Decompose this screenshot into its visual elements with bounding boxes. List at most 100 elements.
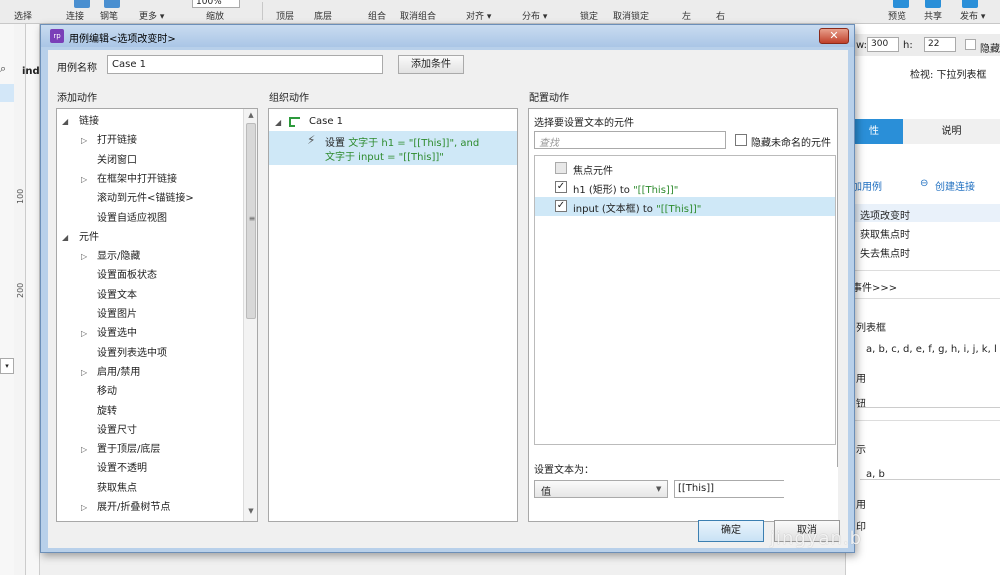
property-field[interactable] xyxy=(860,464,1000,480)
toolbar-zoom[interactable]: 缩放 xyxy=(206,9,224,22)
expand-arrow-icon[interactable]: ▷ xyxy=(81,498,87,517)
create-link[interactable]: 创建连接 xyxy=(935,178,975,193)
tree-item[interactable]: 旋转 xyxy=(57,402,241,421)
tree-item[interactable]: 获取焦点 xyxy=(57,479,241,498)
tree-item[interactable]: 设置列表选中项 xyxy=(57,344,241,363)
value-type-select[interactable]: 值 xyxy=(534,480,668,498)
ok-button[interactable]: 确定 xyxy=(698,520,764,542)
case-name-label: 用例名称 xyxy=(57,63,97,74)
toolbar-preview[interactable]: 预览 xyxy=(888,9,906,22)
event-item[interactable]: 失去焦点时 xyxy=(860,245,910,260)
collapse-arrow-icon[interactable]: ◢ xyxy=(62,112,68,131)
toolbar-ungroup[interactable]: 取消组合 xyxy=(400,9,436,22)
expand-arrow-icon[interactable]: ◢ xyxy=(275,118,281,127)
checkbox[interactable]: ✓ xyxy=(555,181,567,193)
tree-item[interactable]: 设置自适应视图 xyxy=(57,209,241,228)
tree-item[interactable]: ▷ 在框架中打开链接 xyxy=(57,170,241,189)
widget-row-input[interactable]: ✓ input (文本框) to "[[This]]" xyxy=(535,197,835,216)
scroll-down-arrow-icon[interactable]: ▼ xyxy=(244,507,258,517)
toolbar-bottom[interactable]: 底层 xyxy=(314,9,332,22)
tree-item-label: 设置图片 xyxy=(97,309,137,320)
toolbar-connect[interactable]: 连接 xyxy=(66,9,84,22)
toolbar-separator xyxy=(262,2,263,20)
add-action-tree: ◢ 链接 ▷ 打开链接 关闭窗口 ▷ 在框架中打开链接 滚动到元件<锚链接> 设置自适应视图 ◢ 元… xyxy=(56,108,258,522)
tree-item[interactable]: ▷ 设置选中 xyxy=(57,324,241,343)
tree-item[interactable]: ▷ 显示/隐藏 xyxy=(57,247,241,266)
zoom-select[interactable]: 100% xyxy=(192,0,240,8)
close-button[interactable]: ✕ xyxy=(819,28,849,44)
tab-notes[interactable]: 说明 xyxy=(903,119,1000,144)
toolbar-right[interactable]: 右 xyxy=(716,9,725,22)
tree-item[interactable]: ◢ 元件 xyxy=(57,228,241,247)
toolbar-distribute[interactable]: 分布 ▾ xyxy=(522,9,547,22)
tree-item[interactable]: 设置面板状态 xyxy=(57,266,241,285)
tree-item[interactable]: 移动 xyxy=(57,382,241,401)
tree-item[interactable]: ▷ 启用/禁用 xyxy=(57,363,241,382)
tree-item[interactable]: ▷ 置于顶层/底层 xyxy=(57,440,241,459)
tree-item[interactable]: 设置尺寸 xyxy=(57,421,241,440)
expand-arrow-icon[interactable]: ▷ xyxy=(81,247,87,266)
event-item[interactable]: 获取焦点时 xyxy=(860,226,910,241)
tree-item[interactable]: 设置图片 xyxy=(57,305,241,324)
toolbar-align[interactable]: 对齐 ▾ xyxy=(466,9,491,22)
collapse-arrow-icon[interactable]: ◢ xyxy=(62,228,68,247)
tree-item-label: 在框架中打开链接 xyxy=(97,173,177,185)
expand-arrow-icon[interactable]: ▷ xyxy=(81,131,87,150)
scrollbar[interactable]: ▲ ≡ ▼ xyxy=(243,109,257,521)
value-input[interactable]: [[This]] xyxy=(674,480,784,498)
width-field[interactable]: 300 xyxy=(867,37,899,52)
toolbar-more[interactable]: 更多 ▾ xyxy=(139,9,164,22)
left-selected-item[interactable] xyxy=(0,84,14,102)
toolbar-left[interactable]: 左 xyxy=(682,9,691,22)
toolbar-select[interactable]: 选择 xyxy=(14,9,32,22)
case-name-input[interactable]: Case 1 xyxy=(107,55,383,74)
add-condition-button[interactable]: 添加条件 xyxy=(398,55,464,74)
tree-item[interactable]: ◢ 链接 xyxy=(57,112,241,131)
tree-item[interactable]: 滚动到元件<锚链接> xyxy=(57,189,241,208)
fx-area xyxy=(784,467,838,521)
tree-item[interactable]: 设置文本 xyxy=(57,286,241,305)
toolbar-publish[interactable]: 发布 ▾ xyxy=(960,9,985,22)
case-node[interactable]: ◢ Case 1 xyxy=(269,114,517,131)
hide-label: 隐藏 xyxy=(980,44,1000,55)
widget-label: input (文本框) to "[[This]]" xyxy=(573,204,702,215)
toolbar-share[interactable]: 共享 xyxy=(924,9,942,22)
add-case-link[interactable]: 加用例 xyxy=(852,178,882,193)
toolbar-group[interactable]: 组合 xyxy=(368,9,386,22)
expand-arrow-icon[interactable]: ▷ xyxy=(81,324,87,343)
expand-arrow-icon[interactable]: ▷ xyxy=(81,363,87,382)
toolbar-top[interactable]: 顶层 xyxy=(276,9,294,22)
left-dropdown[interactable]: ▾ xyxy=(0,358,14,374)
widget-list: 焦点元件 ✓ h1 (矩形) to "[[This]]" ✓ input (文本… xyxy=(534,155,836,445)
tree-item[interactable]: ▷ 展开/折叠树节点 xyxy=(57,498,241,517)
widget-row-h1[interactable]: ✓ h1 (矩形) to "[[This]]" xyxy=(535,178,835,197)
more-events-link[interactable]: 事件>>> xyxy=(852,279,897,294)
checkbox[interactable]: ✓ xyxy=(555,200,567,212)
expand-arrow-icon[interactable]: ▷ xyxy=(81,170,87,189)
event-item[interactable]: 选项改变时 xyxy=(860,207,910,222)
action-node[interactable]: ⚡ 设置 文字于 h1 = "[[This]]", and 文字于 input … xyxy=(269,131,517,165)
grip-icon: ≡ xyxy=(248,214,256,223)
dialog-titlebar[interactable]: rp 用例编辑<选项改变时> ✕ xyxy=(41,25,854,47)
action-text: 设置 文字于 h1 = "[[This]]", and xyxy=(325,134,479,149)
property-field[interactable] xyxy=(860,392,1000,408)
tree-item[interactable]: 关闭窗口 xyxy=(57,151,241,170)
toolbar-pen[interactable]: 钢笔 xyxy=(100,9,118,22)
search-icon[interactable]: ⌕ xyxy=(0,62,14,78)
tree-item[interactable]: ▷ 打开链接 xyxy=(57,131,241,150)
checkbox[interactable] xyxy=(555,162,567,174)
height-field[interactable]: 22 xyxy=(924,37,956,52)
search-input[interactable]: 查找 xyxy=(534,131,726,149)
scroll-up-arrow-icon[interactable]: ▲ xyxy=(244,111,258,121)
hide-unnamed-checkbox[interactable] xyxy=(735,134,747,146)
toolbar-lock[interactable]: 锁定 xyxy=(580,9,598,22)
tree-item-label: 置于顶层/底层 xyxy=(97,444,161,456)
tree-item[interactable]: 设置不透明 xyxy=(57,459,241,478)
scroll-thumb[interactable]: ≡ xyxy=(246,123,256,319)
toolbar-unlock[interactable]: 取消锁定 xyxy=(613,9,649,22)
widget-row-focus[interactable]: 焦点元件 xyxy=(535,159,835,178)
hide-checkbox[interactable] xyxy=(965,39,976,50)
expand-arrow-icon[interactable]: ▷ xyxy=(81,440,87,459)
document-tab[interactable]: ind xyxy=(22,66,40,77)
use-label: 用 xyxy=(856,374,866,385)
